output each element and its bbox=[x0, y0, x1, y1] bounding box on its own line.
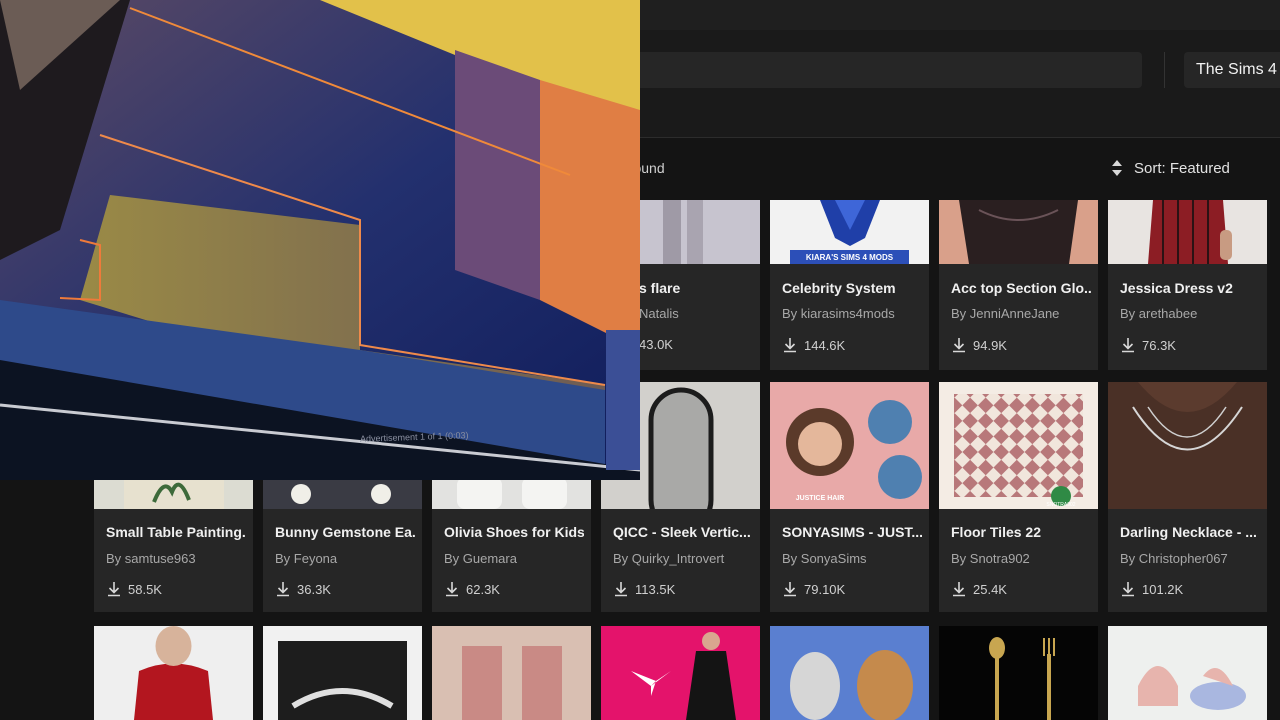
download-count: 62.3K bbox=[466, 581, 500, 597]
download-count: 94.9K bbox=[973, 337, 1007, 353]
thumb-caption: SNOTRA902 bbox=[1046, 502, 1075, 508]
card-author: By kiarasims4mods bbox=[782, 306, 895, 321]
card-thumbnail bbox=[432, 626, 591, 720]
card-author: By JenniAnneJane bbox=[951, 306, 1060, 321]
card-title: Acc top Section Glo... bbox=[951, 280, 1091, 296]
download-icon bbox=[1122, 338, 1134, 353]
card-author: By arethabee bbox=[1120, 306, 1198, 321]
card-thumbnail bbox=[770, 626, 929, 720]
download-count: 76.3K bbox=[1142, 337, 1176, 353]
mod-card[interactable]: Jessica Dress v2 By arethabee 76.3K bbox=[1108, 200, 1267, 370]
mod-card[interactable] bbox=[601, 626, 760, 720]
thumb-caption: JUSTICE HAIR bbox=[796, 495, 845, 502]
mod-card[interactable] bbox=[263, 626, 422, 720]
card-title: Darling Necklace - ... bbox=[1120, 524, 1257, 540]
download-count: 79.10K bbox=[804, 581, 846, 597]
mod-card[interactable]: SNOTRA902 Floor Tiles 22 By Snotra902 25… bbox=[939, 382, 1098, 612]
download-icon bbox=[784, 338, 796, 353]
card-downloads: 43.0K bbox=[639, 337, 673, 352]
download-count: 144.6K bbox=[804, 337, 846, 353]
mod-card[interactable] bbox=[94, 626, 253, 720]
header-divider bbox=[1164, 52, 1165, 88]
download-icon bbox=[953, 582, 965, 597]
card-title: Celebrity System bbox=[782, 280, 896, 296]
download-count: 43.0K bbox=[639, 337, 673, 352]
sort-dropdown[interactable]: Sort: Featured bbox=[1110, 158, 1230, 178]
card-title: s flare bbox=[639, 280, 681, 296]
card-author: By Quirky_Introvert bbox=[613, 551, 725, 566]
sort-arrows-icon bbox=[1112, 160, 1122, 176]
download-icon bbox=[784, 582, 796, 597]
card-downloads: 36.3K bbox=[275, 581, 331, 597]
card-author: By Feyona bbox=[275, 551, 338, 566]
download-icon bbox=[953, 338, 965, 353]
mod-card[interactable]: KIARA'S SIMS 4 MODS Celebrity System By … bbox=[770, 200, 929, 370]
card-downloads: 25.4K bbox=[951, 581, 1007, 597]
video-ad-overlay[interactable]: Advertisement 1 of 1 (0:03) bbox=[0, 0, 640, 480]
download-icon bbox=[615, 582, 627, 597]
download-count: 36.3K bbox=[297, 581, 331, 597]
card-downloads: 94.9K bbox=[951, 337, 1007, 353]
sort-label: Sort: Featured bbox=[1134, 159, 1230, 177]
download-icon bbox=[277, 582, 289, 597]
card-downloads: 144.6K bbox=[782, 337, 845, 353]
card-thumbnail: SNOTRA902 bbox=[939, 382, 1098, 509]
card-thumbnail bbox=[601, 626, 760, 720]
card-thumbnail bbox=[1108, 382, 1267, 509]
thumb-caption: KIARA'S SIMS 4 MODS bbox=[806, 253, 894, 262]
card-thumbnail bbox=[94, 626, 253, 720]
download-count: 113.5K bbox=[635, 581, 676, 597]
search-bar[interactable] bbox=[620, 52, 1142, 88]
card-title: Small Table Painting... bbox=[106, 524, 246, 540]
card-downloads: 62.3K bbox=[444, 581, 500, 597]
card-author: By Christopher067 bbox=[1120, 551, 1228, 566]
card-thumbnail: KIARA'S SIMS 4 MODS bbox=[770, 200, 929, 264]
card-title: Bunny Gemstone Ea... bbox=[275, 524, 415, 540]
card-thumbnail bbox=[939, 200, 1098, 264]
mod-card[interactable]: Acc top Section Glo... By JenniAnneJane … bbox=[939, 200, 1098, 370]
card-author: By Snotra902 bbox=[951, 551, 1030, 566]
card-thumbnail: JUSTICE HAIR bbox=[770, 382, 929, 509]
download-icon bbox=[108, 582, 120, 597]
download-count: 25.4K bbox=[973, 581, 1007, 597]
ad-video-frame bbox=[0, 0, 640, 480]
mod-card[interactable]: JUSTICE HAIR SONYASIMS - JUST... By Sony… bbox=[770, 382, 929, 612]
card-downloads: 101.2K bbox=[1120, 581, 1183, 597]
mod-card[interactable] bbox=[432, 626, 591, 720]
card-thumbnail bbox=[1108, 626, 1267, 720]
download-icon bbox=[446, 582, 458, 597]
card-thumbnail bbox=[263, 626, 422, 720]
download-count: 58.5K bbox=[128, 581, 162, 597]
card-downloads: 113.5K bbox=[613, 581, 675, 597]
card-author: Natalis bbox=[639, 306, 679, 321]
card-thumbnail bbox=[939, 626, 1098, 720]
mod-card[interactable] bbox=[939, 626, 1098, 720]
card-title: SONYASIMS - JUST... bbox=[782, 524, 922, 540]
card-downloads: 58.5K bbox=[106, 581, 162, 597]
card-author: By SonyaSims bbox=[782, 551, 867, 566]
card-downloads: 79.10K bbox=[782, 581, 845, 597]
download-icon bbox=[1122, 582, 1134, 597]
game-selector[interactable]: The Sims 4 bbox=[1184, 52, 1280, 88]
card-title: QICC - Sleek Vertic... bbox=[613, 524, 751, 540]
card-title: Olivia Shoes for Kids bbox=[444, 524, 584, 540]
search-input[interactable] bbox=[620, 52, 1142, 88]
card-title: Floor Tiles 22 bbox=[951, 524, 1041, 540]
mod-card[interactable] bbox=[1108, 626, 1267, 720]
mod-card[interactable] bbox=[770, 626, 929, 720]
mod-card[interactable]: Darling Necklace - ... By Christopher067… bbox=[1108, 382, 1267, 612]
card-downloads: 76.3K bbox=[1120, 337, 1176, 353]
card-author: By Guemara bbox=[444, 551, 517, 566]
card-thumbnail bbox=[1108, 200, 1267, 264]
card-title: Jessica Dress v2 bbox=[1120, 280, 1233, 296]
download-count: 101.2K bbox=[1142, 581, 1184, 597]
card-author: By samtuse963 bbox=[106, 551, 196, 566]
